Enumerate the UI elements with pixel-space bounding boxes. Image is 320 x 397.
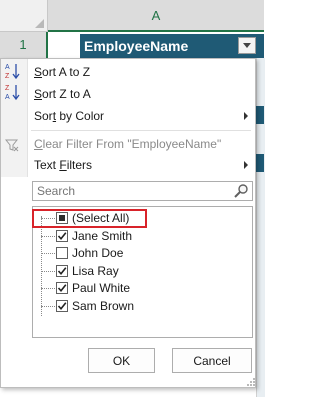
tree-connector bbox=[41, 305, 55, 307]
clear-filter-item[interactable]: Clear Filter From "EmployeeName" bbox=[34, 134, 221, 154]
list-item[interactable]: Lisa Ray bbox=[33, 263, 252, 280]
sort-z-to-a-item[interactable]: Sort Z to A bbox=[34, 84, 91, 104]
filter-dropdown-button[interactable] bbox=[238, 37, 256, 54]
checkmark-icon bbox=[57, 266, 67, 275]
checkbox[interactable] bbox=[56, 264, 68, 277]
cancel-button[interactable]: Cancel bbox=[172, 348, 252, 373]
resize-grip-icon[interactable] bbox=[246, 377, 256, 387]
header-cell-employeename[interactable]: EmployeeName bbox=[80, 34, 264, 58]
list-item[interactable]: Jane Smith bbox=[33, 228, 252, 245]
list-item-label: John Doe bbox=[72, 246, 124, 260]
list-item-label: Jane Smith bbox=[72, 228, 133, 243]
cell-fill-strip bbox=[256, 106, 264, 124]
list-item[interactable]: Paul White bbox=[33, 280, 252, 297]
list-item[interactable]: Sam Brown bbox=[33, 298, 252, 315]
search-input[interactable] bbox=[33, 182, 229, 200]
ok-button[interactable]: OK bbox=[88, 348, 155, 373]
clear-filter-icon bbox=[5, 139, 19, 152]
checkbox[interactable] bbox=[56, 247, 68, 259]
tree-connector bbox=[41, 235, 55, 237]
list-item-label: Lisa Ray bbox=[72, 263, 119, 278]
checkbox[interactable] bbox=[56, 229, 68, 242]
submenu-arrow-icon bbox=[244, 161, 248, 169]
column-header-a[interactable]: A bbox=[48, 0, 264, 32]
highlight-annotation bbox=[32, 209, 147, 228]
corner-triangle-icon bbox=[35, 19, 44, 28]
svg-text:A: A bbox=[5, 94, 10, 101]
checkbox[interactable] bbox=[56, 299, 68, 312]
submenu-arrow-icon bbox=[244, 112, 248, 120]
list-item[interactable]: John Doe bbox=[33, 245, 252, 262]
checkbox[interactable] bbox=[56, 282, 68, 294]
sort-a-to-z-item[interactable]: Sort A to Z bbox=[34, 62, 90, 82]
tree-connector bbox=[41, 288, 55, 289]
list-item-label: Sam Brown bbox=[72, 298, 135, 313]
tree-connector bbox=[41, 253, 55, 254]
select-all-corner[interactable] bbox=[0, 0, 48, 32]
row-header-1[interactable]: 1 bbox=[0, 32, 48, 58]
tree-connector bbox=[41, 270, 55, 272]
svg-text:A: A bbox=[5, 64, 10, 71]
list-item-label: Paul White bbox=[72, 281, 131, 295]
sort-by-color-item[interactable]: Sort by Color bbox=[34, 106, 254, 126]
search-field[interactable] bbox=[32, 181, 253, 201]
cell-fill-strip bbox=[256, 154, 264, 172]
menu-separator bbox=[31, 130, 251, 131]
checkmark-icon bbox=[57, 284, 67, 293]
text-filters-item[interactable]: Text Filters bbox=[34, 155, 254, 175]
sort-ascending-icon: A Z bbox=[5, 64, 20, 80]
svg-text:Z: Z bbox=[5, 85, 10, 92]
svg-text:Z: Z bbox=[5, 73, 10, 80]
search-icon bbox=[234, 184, 248, 198]
checkmark-icon bbox=[57, 231, 67, 240]
sort-descending-icon: Z A bbox=[5, 85, 20, 101]
checkmark-icon bbox=[57, 301, 67, 310]
